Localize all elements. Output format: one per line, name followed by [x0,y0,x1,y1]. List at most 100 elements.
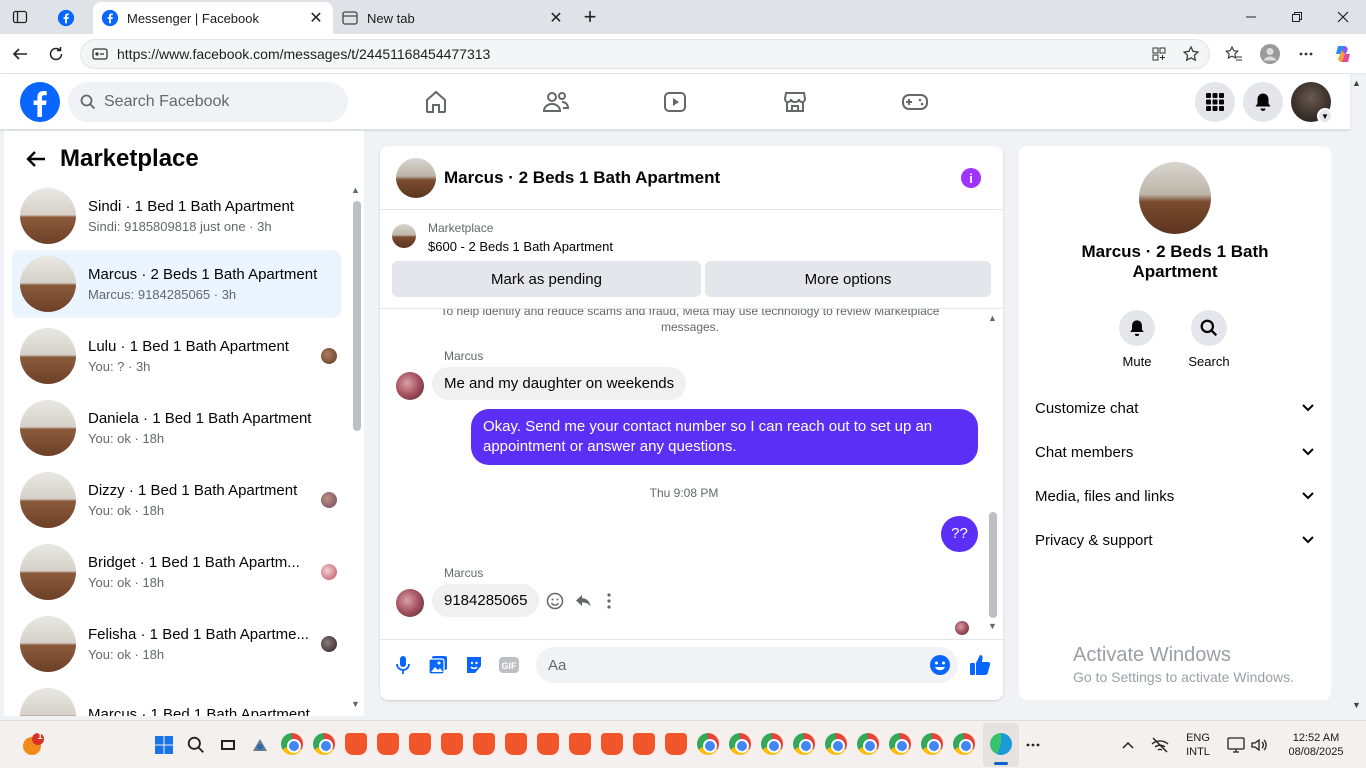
windows-start-icon[interactable] [152,733,176,757]
clock[interactable]: 12:52 AM 08/08/2025 [1278,731,1354,759]
incoming-message[interactable]: Me and my daughter on weekends [432,367,687,400]
brave-icon[interactable] [665,733,687,755]
chrome-icon[interactable] [921,733,943,755]
microphone-icon[interactable] [392,654,414,676]
minimize-icon[interactable] [1228,4,1274,30]
media-files-links-section[interactable]: Media, files and links [1035,476,1315,516]
new-tab-plus-icon[interactable]: + [578,4,602,29]
conversation-item[interactable]: Marcus · 1 Bed 1 Bath Apartment [12,682,341,716]
sender-avatar[interactable] [396,372,424,400]
chrome-icon[interactable] [313,733,335,755]
mark-as-pending-button[interactable]: Mark as pending [392,261,701,297]
chrome-icon[interactable] [281,733,303,755]
brave-icon[interactable] [473,733,495,755]
page-scroll-up-icon[interactable]: ▲ [1352,78,1361,88]
network-offline-icon[interactable] [1148,733,1172,757]
thumbs-up-icon[interactable] [969,654,991,676]
scroll-up-arrow-icon[interactable]: ▲ [988,313,997,323]
chrome-icon[interactable] [889,733,911,755]
speaker-icon[interactable] [1247,733,1271,757]
chevron-up-icon[interactable] [1116,733,1140,757]
conversation-item[interactable]: Felisha · 1 Bed 1 Bath Apartme... You: ok… [12,610,341,678]
brave-icon[interactable] [377,733,399,755]
listing-thumbnail[interactable] [392,224,416,248]
back-arrow-icon[interactable] [8,42,32,66]
conversation-item[interactable]: Sindi · 1 Bed 1 Bath Apartment Sindi: 918… [12,182,341,250]
restore-icon[interactable] [1274,4,1320,30]
more-apps-icon[interactable] [1021,733,1045,757]
page-scroll-down-icon[interactable]: ▼ [1352,700,1361,710]
home-icon[interactable] [416,82,456,122]
close-tab-icon[interactable]: ✕ [305,7,327,29]
conversation-item[interactable]: Dizzy · 1 Bed 1 Bath Apartment You: ok · … [12,466,341,534]
conversation-item[interactable]: Daniela · 1 Bed 1 Bath Apartment You: ok … [12,394,341,462]
friends-icon[interactable] [536,82,576,122]
mute-button[interactable]: Mute [1107,310,1167,369]
pinned-facebook-tab[interactable] [50,2,90,34]
conversation-item[interactable]: Lulu · 1 Bed 1 Bath Apartment You: ? · 3h [12,322,341,390]
scroll-up-arrow-icon[interactable]: ▲ [351,185,360,195]
search-conversation-button[interactable]: Search [1179,310,1239,369]
outgoing-message[interactable]: ?? [941,516,978,552]
thread-scrollbar[interactable] [989,512,997,618]
sticker-icon[interactable] [463,654,485,676]
brave-icon[interactable] [505,733,527,755]
app-available-icon[interactable] [1147,42,1171,66]
favorite-star-icon[interactable] [1179,42,1203,66]
chrome-icon[interactable] [793,733,815,755]
profile-icon[interactable] [1258,42,1282,66]
privacy-support-section[interactable]: Privacy & support [1035,520,1315,560]
tab-actions-icon[interactable] [8,6,32,28]
site-info-icon[interactable] [91,45,109,63]
edge-icon[interactable] [990,733,1012,755]
gaming-icon[interactable] [895,82,935,122]
marketplace-icon[interactable] [775,82,815,122]
info-icon[interactable]: i [961,168,981,188]
brave-icon[interactable] [601,733,623,755]
app-icon[interactable] [248,733,272,757]
notifications-bell-icon[interactable] [1243,82,1283,122]
facebook-search-input[interactable]: Search Facebook [68,82,348,122]
reload-icon[interactable] [44,42,68,66]
chat-title[interactable]: Marcus · 2 Beds 1 Bath Apartment [444,168,720,188]
chrome-icon[interactable] [857,733,879,755]
tab-messenger[interactable]: Messenger | Facebook ✕ [93,2,333,34]
close-window-icon[interactable] [1320,4,1366,30]
close-tab-icon[interactable]: ✕ [545,7,567,29]
more-menu-icon[interactable] [1294,42,1318,66]
scroll-down-arrow-icon[interactable]: ▼ [351,699,360,709]
emoji-icon[interactable] [929,654,951,676]
task-view-icon[interactable] [216,733,240,757]
menu-grid-icon[interactable] [1195,82,1235,122]
account-avatar[interactable]: ▼ [1291,82,1333,124]
customize-chat-section[interactable]: Customize chat [1035,388,1315,428]
copilot-icon[interactable] [1331,42,1355,66]
address-bar[interactable]: https://www.facebook.com/messages/t/2445… [80,39,1210,69]
tab-new-tab[interactable]: New tab ✕ [333,2,573,34]
more-options-button[interactable]: More options [705,261,991,297]
search-icon[interactable] [184,733,208,757]
video-icon[interactable] [655,82,695,122]
incoming-message[interactable]: 9184285065 [432,584,540,617]
photo-icon[interactable] [427,654,449,676]
brave-icon[interactable] [409,733,431,755]
update-badge-icon[interactable]: 1 [20,731,44,757]
brave-icon[interactable] [537,733,559,755]
chrome-icon[interactable] [697,733,719,755]
outgoing-message[interactable]: Okay. Send me your contact number so I c… [471,409,978,465]
conversation-photo[interactable] [1139,162,1211,234]
conversation-item[interactable]: Bridget · 1 Bed 1 Bath Apartm... You: ok … [12,538,341,606]
more-vertical-icon[interactable] [602,592,616,610]
list-scrollbar[interactable] [353,201,361,431]
brave-icon[interactable] [441,733,463,755]
chrome-icon[interactable] [825,733,847,755]
gif-icon[interactable]: GIF [498,654,520,676]
conversation-item-active[interactable]: Marcus · 2 Beds 1 Bath Apartment Marcus: … [12,250,341,318]
chrome-icon[interactable] [761,733,783,755]
react-emoji-icon[interactable] [546,592,564,610]
favorites-icon[interactable] [1222,42,1246,66]
chat-avatar[interactable] [396,157,436,198]
scroll-down-arrow-icon[interactable]: ▼ [988,621,997,631]
facebook-logo-icon[interactable] [20,82,60,122]
display-icon[interactable] [1224,733,1248,757]
